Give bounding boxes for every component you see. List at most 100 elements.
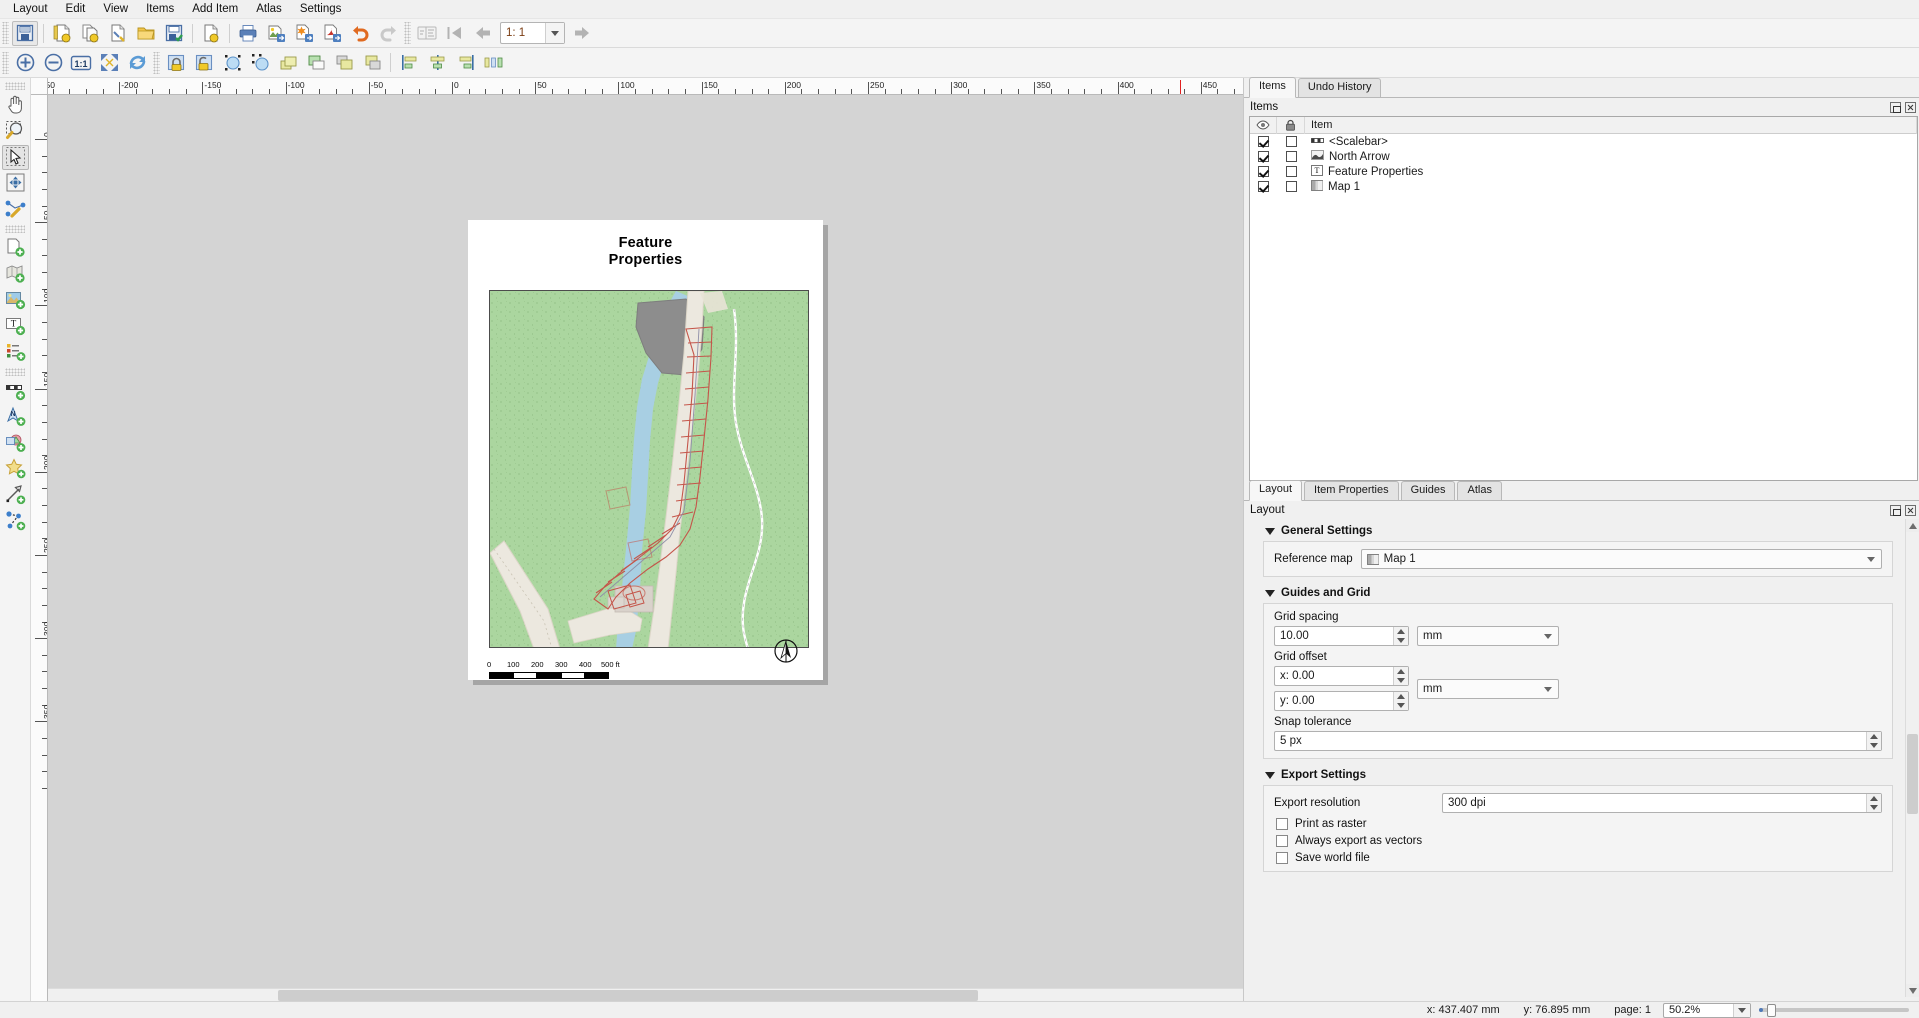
export-pdf-button[interactable]	[319, 21, 345, 46]
page-title-label[interactable]: Feature Properties	[468, 235, 823, 269]
undo-button[interactable]	[347, 21, 373, 46]
chevron-down-icon[interactable]	[1867, 557, 1875, 562]
zoom-slider-track[interactable]	[1759, 1008, 1909, 1012]
zoom-tool[interactable]	[2, 119, 29, 144]
row-name-cell[interactable]: T Feature Properties	[1305, 164, 1917, 179]
map-item[interactable]	[489, 290, 809, 648]
scalebar-item[interactable]: 0 100 200 300 400 500 ft	[487, 660, 639, 686]
toolbar-grip[interactable]	[2, 51, 9, 74]
reference-map-combo[interactable]: Map 1	[1360, 549, 1882, 569]
general-settings-header[interactable]: General Settings	[1249, 519, 1915, 541]
column-header-item[interactable]: Item	[1305, 117, 1917, 134]
menu-item-view[interactable]: View	[94, 1, 137, 17]
print-button[interactable]	[235, 21, 261, 46]
pan-layout-tool[interactable]	[2, 93, 29, 118]
menu-item-add-item[interactable]: Add Item	[183, 1, 247, 17]
menu-item-atlas[interactable]: Atlas	[247, 1, 291, 17]
unlock-items-button[interactable]	[191, 50, 217, 75]
grid-offset-y-stepper[interactable]	[1393, 692, 1408, 710]
menu-item-edit[interactable]: Edit	[57, 1, 95, 17]
row-lock-checkbox[interactable]	[1277, 136, 1305, 147]
atlas-prev-feature-button[interactable]	[470, 21, 496, 46]
vertical-ruler[interactable]: 050100150200250300350	[31, 95, 48, 1001]
grid-offset-x-input[interactable]: x: 0.00	[1274, 666, 1409, 686]
tab-undo-history[interactable]: Undo History	[1297, 78, 1382, 97]
toolbar-grip[interactable]	[153, 51, 160, 74]
zoom-slider[interactable]	[1759, 1003, 1909, 1017]
add-legend-tool[interactable]	[2, 340, 29, 365]
align-left-button[interactable]	[396, 50, 422, 75]
add-polygon-nodes-tool[interactable]	[2, 509, 29, 534]
always-export-vectors-checkbox[interactable]	[1276, 835, 1288, 847]
table-row[interactable]: North Arrow	[1250, 149, 1917, 164]
grid-offset-units-combo[interactable]: mm	[1417, 679, 1559, 699]
collapse-triangle-icon[interactable]	[1265, 527, 1275, 535]
grid-spacing-stepper[interactable]	[1393, 627, 1408, 645]
collapse-triangle-icon[interactable]	[1265, 589, 1275, 597]
ungroup-items-button[interactable]	[247, 50, 273, 75]
tab-atlas[interactable]: Atlas	[1457, 481, 1502, 500]
row-visibility-checkbox[interactable]	[1250, 166, 1277, 177]
guides-and-grid-header[interactable]: Guides and Grid	[1249, 581, 1915, 603]
align-center-button[interactable]	[424, 50, 450, 75]
bring-front-button[interactable]	[331, 50, 357, 75]
scroll-up-arrow[interactable]	[1906, 519, 1919, 532]
row-name-cell[interactable]: North Arrow	[1305, 150, 1917, 163]
table-row[interactable]: T Feature Properties	[1250, 164, 1917, 179]
row-visibility-checkbox[interactable]	[1250, 136, 1277, 147]
properties-scroll-body[interactable]: General Settings Reference map Map 1 Gui…	[1249, 519, 1915, 997]
collapse-triangle-icon[interactable]	[1265, 771, 1275, 779]
canvas-horizontal-scrollbar[interactable]	[48, 988, 1243, 1001]
toolbar-grip[interactable]	[404, 22, 411, 44]
export-resolution-stepper[interactable]	[1866, 794, 1881, 812]
scrollbar-thumb[interactable]	[1907, 734, 1918, 814]
add-picture-tool[interactable]	[2, 288, 29, 313]
always-export-vectors-row[interactable]: Always export as vectors	[1276, 835, 1882, 847]
send-back-button[interactable]	[359, 50, 385, 75]
atlas-next-feature-button[interactable]	[569, 21, 595, 46]
grid-offset-x-stepper[interactable]	[1393, 667, 1408, 685]
export-svg-button[interactable]	[291, 21, 317, 46]
export-settings-header[interactable]: Export Settings	[1249, 763, 1915, 785]
atlas-feature-dropdown-arrow[interactable]	[545, 23, 564, 43]
tab-layout[interactable]: Layout	[1249, 480, 1303, 501]
tab-items[interactable]: Items	[1249, 77, 1296, 98]
lower-items-button[interactable]	[303, 50, 329, 75]
row-visibility-checkbox[interactable]	[1250, 181, 1277, 192]
atlas-settings-button[interactable]	[414, 21, 440, 46]
table-row[interactable]: Map 1	[1250, 179, 1917, 194]
toolbar-grip[interactable]	[5, 225, 25, 233]
raise-items-button[interactable]	[275, 50, 301, 75]
distribute-button[interactable]	[480, 50, 506, 75]
row-visibility-checkbox[interactable]	[1250, 151, 1277, 162]
snap-tolerance-stepper[interactable]	[1866, 732, 1881, 750]
select-move-item-tool[interactable]	[1, 145, 29, 170]
zoom-level-combo[interactable]: 50.2%	[1663, 1002, 1751, 1018]
refresh-view-button[interactable]	[124, 50, 150, 75]
move-item-content-tool[interactable]	[2, 171, 29, 196]
column-header-visibility[interactable]	[1250, 117, 1277, 134]
tab-guides[interactable]: Guides	[1400, 481, 1456, 500]
scrollbar-thumb[interactable]	[278, 990, 978, 1001]
add-shape-tool[interactable]	[2, 431, 29, 456]
save-world-file-row[interactable]: Save world file	[1276, 852, 1882, 864]
export-image-button[interactable]	[263, 21, 289, 46]
properties-vertical-scrollbar[interactable]	[1905, 519, 1919, 997]
menu-item-items[interactable]: Items	[137, 1, 183, 17]
row-lock-checkbox[interactable]	[1277, 151, 1305, 162]
float-panel-icon[interactable]	[1890, 504, 1901, 516]
add-north-arrow-tool[interactable]: N	[2, 405, 29, 430]
row-name-cell[interactable]: Map 1	[1305, 179, 1917, 194]
save-project-button[interactable]	[12, 20, 38, 46]
add-arrow-tool[interactable]	[2, 483, 29, 508]
horizontal-ruler[interactable]: -250-200-150-100-50050100150200250300350…	[31, 78, 1243, 95]
redo-button[interactable]	[375, 21, 401, 46]
float-panel-icon[interactable]	[1890, 101, 1901, 113]
toolbar-grip[interactable]	[5, 82, 25, 90]
row-name-cell[interactable]: <Scalebar>	[1305, 136, 1917, 148]
scroll-down-arrow[interactable]	[1906, 984, 1919, 997]
new-layout-button[interactable]	[49, 21, 75, 46]
open-layout-button[interactable]	[133, 21, 159, 46]
atlas-feature-input[interactable]	[501, 23, 545, 43]
chevron-down-icon[interactable]	[1544, 634, 1552, 639]
